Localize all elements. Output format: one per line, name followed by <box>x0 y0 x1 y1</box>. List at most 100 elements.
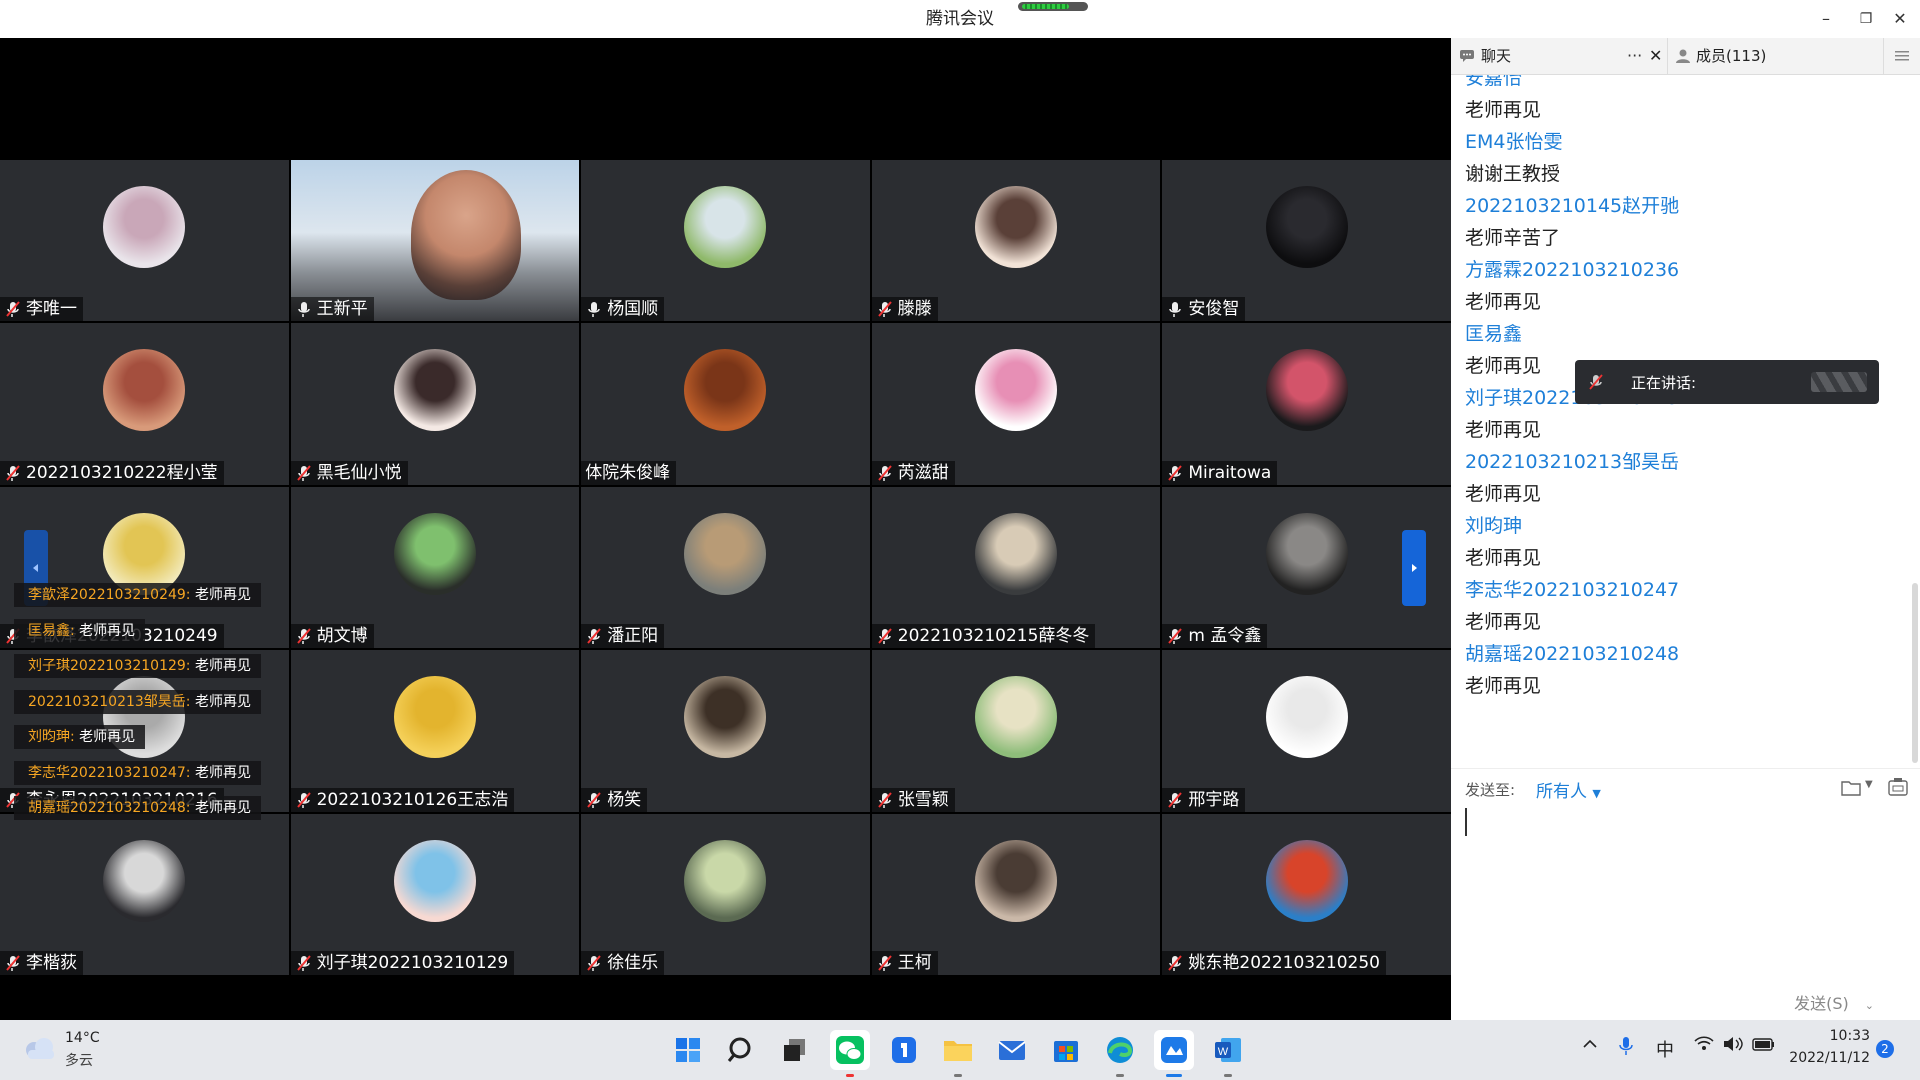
cloud-weather-icon[interactable] <box>22 1036 58 1062</box>
chat-sender-name[interactable]: 2022103210213邹昊岳 <box>1465 447 1679 474</box>
next-page-button[interactable] <box>1402 530 1426 606</box>
participant-tile[interactable]: 张雪颖 <box>871 650 1161 812</box>
chat-bubble-message: 老师再见 <box>194 587 251 603</box>
screenshot-icon[interactable] <box>1887 777 1909 797</box>
participant-name-label: 胡文博 <box>290 624 374 649</box>
taskbar-file-explorer[interactable] <box>938 1030 978 1077</box>
minimize-button[interactable]: – <box>1806 0 1846 38</box>
participant-tile[interactable]: 徐佳乐 <box>581 813 870 975</box>
taskbar-search[interactable] <box>722 1030 762 1070</box>
participant-tile[interactable]: 胡文博 <box>290 486 580 649</box>
participant-tile[interactable]: 刘子琪2022103210129 <box>290 813 580 975</box>
send-target-row: 发送至: 所有人 ▼ ▼ <box>1451 768 1920 809</box>
taskbar-edge[interactable] <box>1100 1030 1140 1077</box>
chat-sender-name[interactable]: EM4张怡雯 <box>1465 127 1563 154</box>
chevron-down-icon[interactable]: ▼ <box>1865 779 1873 790</box>
notification-badge[interactable]: 2 <box>1876 1040 1894 1058</box>
participant-tile[interactable]: 潘正阳 <box>581 486 870 649</box>
chat-close-button[interactable]: ✕ <box>1649 38 1662 74</box>
participant-tile[interactable]: 2022103210126王志浩 <box>290 650 580 812</box>
mic-muted-icon <box>876 954 894 972</box>
chat-sender-name[interactable]: 匡易鑫 <box>1465 319 1522 346</box>
chevron-up-icon[interactable] <box>1582 1036 1598 1056</box>
send-button[interactable]: 发送(S) ⌄ <box>1794 990 1874 1014</box>
microphone-icon[interactable] <box>1618 1036 1634 1060</box>
taskbar-tencent-docs[interactable] <box>884 1030 924 1070</box>
participant-name: 潘正阳 <box>607 626 659 647</box>
mic-muted-icon <box>876 627 894 645</box>
participant-tile[interactable]: 姚东艳2022103210250 <box>1162 813 1451 975</box>
participant-tile[interactable]: 王柯 <box>871 813 1161 975</box>
chat-bubble-sender: 李歆泽2022103210249: <box>28 587 191 603</box>
weather-desc: 多云 <box>65 1053 93 1069</box>
avatar <box>393 839 476 922</box>
taskbar-word[interactable]: W <box>1208 1030 1248 1077</box>
participant-tile[interactable]: 滕滕 <box>871 160 1161 322</box>
taskbar-wechat[interactable] <box>830 1030 870 1077</box>
send-to-value: 所有人 <box>1536 782 1587 802</box>
clock-time[interactable]: 10:33 <box>1790 1028 1870 1044</box>
avatar <box>684 349 767 432</box>
participant-tile[interactable]: 王新平 <box>290 160 580 322</box>
participant-name: 张雪颖 <box>897 789 949 810</box>
ime-indicator[interactable]: 中 <box>1656 1036 1674 1062</box>
participant-tile[interactable]: 2022103210215薛冬冬 <box>871 486 1161 649</box>
chat-message-text: 老师再见 <box>1465 483 1542 505</box>
participant-tile[interactable]: Miraitowa <box>1162 323 1451 485</box>
mic-muted-icon <box>4 954 22 972</box>
mic-muted-icon <box>4 464 22 482</box>
participant-name: 邢宇路 <box>1188 789 1240 810</box>
participant-tile[interactable]: 杨笑 <box>581 650 870 812</box>
chat-sender-name[interactable]: 方露霖2022103210236 <box>1465 255 1679 282</box>
chat-bubble-sender: 刘昀珅: <box>28 729 75 745</box>
chat-bubble-message: 老师再见 <box>194 800 251 816</box>
chat-sender-name[interactable]: 刘昀珅 <box>1465 511 1522 538</box>
taskbar-tencent-meeting[interactable] <box>1154 1030 1194 1077</box>
participant-tile[interactable]: 芮滋甜 <box>871 323 1161 485</box>
chat-bubble-sender: 李志华2022103210247: <box>28 764 191 781</box>
clock-date[interactable]: 2022/11/12 <box>1780 1050 1870 1066</box>
folder-icon[interactable] <box>1841 779 1863 797</box>
avatar <box>975 839 1058 922</box>
tab-members[interactable]: 成员(113) <box>1675 38 1835 74</box>
wifi-icon[interactable] <box>1694 1036 1714 1056</box>
participant-name-label: 体院朱俊峰 <box>581 460 677 485</box>
participant-tile[interactable]: 安俊智 <box>1162 160 1451 322</box>
mic-muted-icon <box>295 954 313 972</box>
participant-tile[interactable]: 2022103210222程小莹 <box>0 323 289 485</box>
participant-tile[interactable]: 李楷荻 <box>0 813 289 975</box>
tab-chat[interactable]: 聊天 <box>1459 38 1511 74</box>
participant-tile[interactable]: 邢宇路 <box>1162 650 1451 812</box>
participant-name: m 孟令鑫 <box>1188 626 1262 647</box>
chat-scrollbar[interactable] <box>1912 583 1918 763</box>
chat-sender-name[interactable]: 2022103210145赵开驰 <box>1465 191 1679 218</box>
battery-icon[interactable] <box>1752 1036 1776 1056</box>
participant-name-label: 王柯 <box>871 950 938 975</box>
send-to-select[interactable]: 所有人 ▼ <box>1536 777 1601 802</box>
chat-sender-name[interactable]: 李志华2022103210247 <box>1465 575 1679 602</box>
task-view-icon <box>784 1039 805 1061</box>
chat-message-text: 老师再见 <box>1465 611 1542 633</box>
participant-name: 王柯 <box>897 952 932 973</box>
chat-message-list[interactable]: 安嘉怡 老师再见 EM4张怡雯 谢谢王教授 2022103210145赵开驰 老师辛苦了方… <box>1451 75 1911 765</box>
taskbar-mail[interactable] <box>992 1030 1032 1070</box>
taskbar-task-view[interactable] <box>776 1030 816 1070</box>
chat-more-button[interactable]: ··· <box>1627 38 1642 74</box>
participant-tile[interactable]: 黑毛仙小悦 <box>290 323 580 485</box>
chat-sender-name[interactable]: 胡嘉瑶2022103210248 <box>1465 639 1679 666</box>
taskbar-store[interactable] <box>1046 1030 1086 1070</box>
participant-tile[interactable]: 杨国顺 <box>581 160 870 322</box>
weather-temp: 14°C <box>65 1030 100 1046</box>
chevron-down-icon[interactable]: ⌄ <box>1865 999 1874 1012</box>
chat-input[interactable] <box>1463 814 1903 1014</box>
mic-muted-icon <box>876 464 894 482</box>
taskbar-start[interactable] <box>668 1030 708 1070</box>
panel-menu-button[interactable] <box>1895 38 1909 74</box>
participant-tile[interactable]: 体院朱俊峰 <box>581 323 870 485</box>
participant-name: 徐佳乐 <box>607 952 659 973</box>
chat-sender-name[interactable]: 安嘉怡 <box>1465 75 1522 90</box>
volume-icon[interactable] <box>1722 1036 1744 1056</box>
participant-name: 姚东艳2022103210250 <box>1188 952 1380 973</box>
close-button[interactable]: ✕ <box>1880 0 1920 38</box>
participant-tile[interactable]: 李唯一 <box>0 160 289 322</box>
